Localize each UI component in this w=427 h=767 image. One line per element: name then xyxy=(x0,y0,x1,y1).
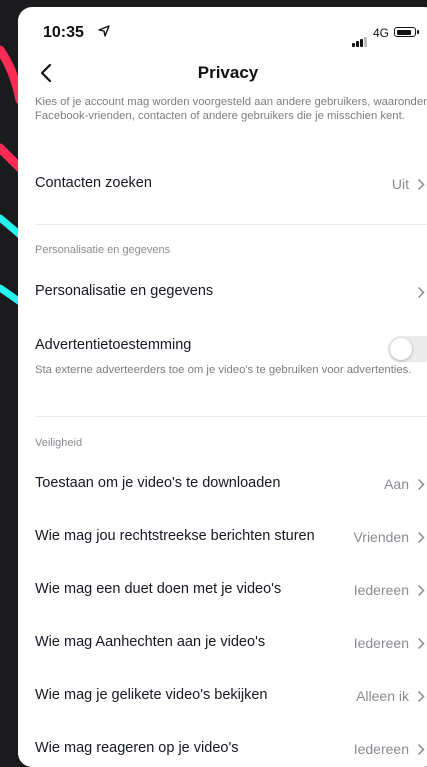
security-row-label: Wie mag jou rechtstreekse berichten stur… xyxy=(35,528,315,544)
chevron-right-icon xyxy=(417,478,425,491)
security-row-value: Iedereen xyxy=(353,582,409,598)
security-row-label: Wie mag je gelikete video's bekijken xyxy=(35,687,268,703)
ad-consent-label: Advertentietoestemming xyxy=(35,337,192,353)
security-row-stitch[interactable]: Wie mag Aanhechten aan je video's Iedere… xyxy=(35,617,427,669)
chevron-right-icon xyxy=(417,584,425,597)
page-title: Privacy xyxy=(197,63,259,82)
toggle-knob xyxy=(390,338,412,360)
security-row-comments[interactable]: Wie mag reageren op je video's Iedereen xyxy=(35,723,427,767)
divider xyxy=(35,416,427,417)
chevron-right-icon xyxy=(417,178,425,191)
security-row-label: Toestaan om je video's te downloaden xyxy=(35,475,281,491)
ad-consent-toggle[interactable] xyxy=(388,336,427,362)
battery-icon xyxy=(394,27,419,37)
security-row-label: Wie mag een duet doen met je video's xyxy=(35,581,282,597)
suggest-account-description: Kies of je account mag worden voorgestel… xyxy=(35,96,427,122)
section-title-personalization: Personalisatie en gegevens xyxy=(35,244,171,256)
contacts-label: Contacten zoeken xyxy=(35,175,152,191)
personalization-row[interactable]: Personalisatie en gegevens xyxy=(35,266,427,318)
status-time: 10:35 xyxy=(43,24,84,41)
location-arrow-icon xyxy=(98,25,110,37)
chevron-right-icon xyxy=(417,743,425,756)
security-row-value: Iedereen xyxy=(353,741,409,757)
contacts-value: Uit xyxy=(391,176,409,192)
security-row-value: Aan xyxy=(384,476,409,492)
section-title-security: Veiligheid xyxy=(35,437,83,449)
navigation-bar: Privacy xyxy=(18,55,427,91)
security-row-downloads[interactable]: Toestaan om je video's te downloaden Aan xyxy=(35,458,427,510)
network-type: 4G xyxy=(373,26,390,40)
ad-consent-description: Sta externe adverteerders toe om je vide… xyxy=(35,364,412,376)
personalization-label: Personalisatie en gegevens xyxy=(35,283,214,299)
security-row-direct-messages[interactable]: Wie mag jou rechtstreekse berichten stur… xyxy=(35,511,427,563)
security-row-label: Wie mag reageren op je video's xyxy=(35,740,239,756)
security-row-liked-videos[interactable]: Wie mag je gelikete video's bekijken All… xyxy=(35,670,427,722)
security-row-value: Vrienden xyxy=(353,529,409,545)
status-bar: 10:35 4G xyxy=(18,7,427,53)
contacts-row[interactable]: Contacten zoeken Uit xyxy=(35,158,427,210)
chevron-right-icon xyxy=(417,637,425,650)
chevron-right-icon xyxy=(417,286,425,299)
chevron-right-icon xyxy=(417,690,425,703)
signal-icon xyxy=(352,29,368,47)
security-row-duet[interactable]: Wie mag een duet doen met je video's Ied… xyxy=(35,564,427,616)
chevron-right-icon xyxy=(417,531,425,544)
security-row-label: Wie mag Aanhechten aan je video's xyxy=(35,634,266,650)
divider xyxy=(35,224,427,225)
phone-screen: 10:35 4G Privacy Kies of je account mag … xyxy=(18,7,427,767)
security-row-value: Iedereen xyxy=(353,635,409,651)
security-row-value: Alleen ik xyxy=(356,688,409,704)
